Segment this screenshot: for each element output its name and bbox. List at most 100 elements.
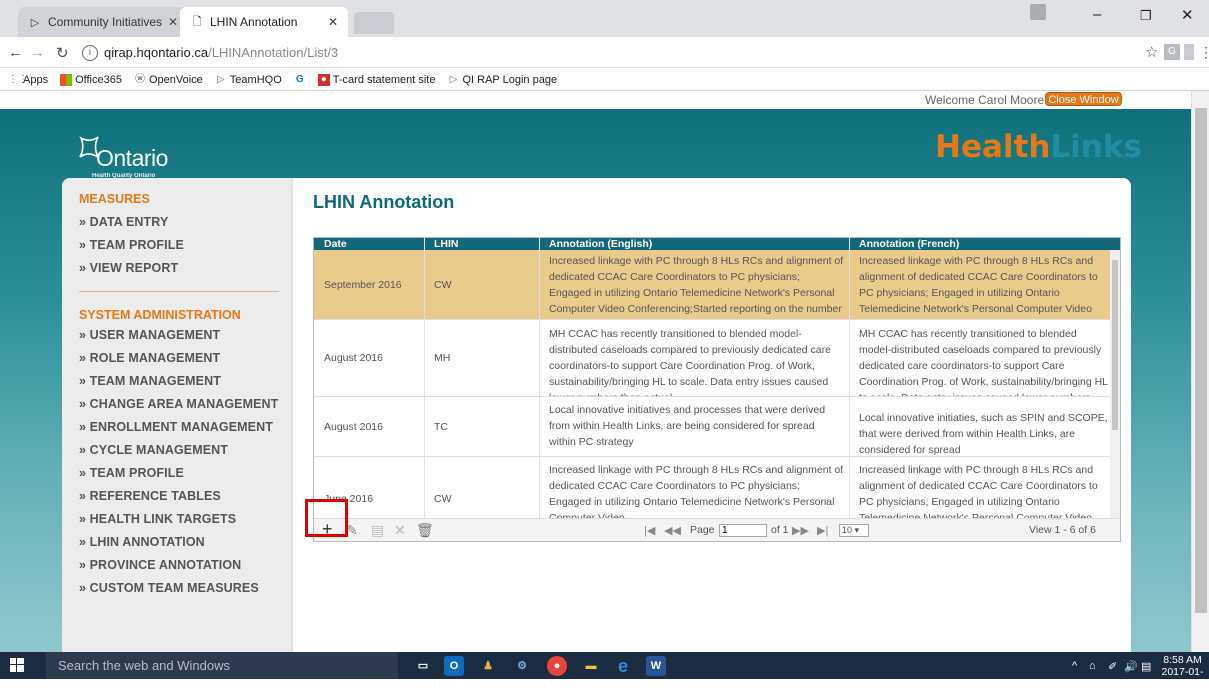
word-icon[interactable]: W xyxy=(646,656,666,676)
bookmark-teamhqo[interactable]: ▷ TeamHQO xyxy=(215,74,282,86)
sidebar-item-role-management[interactable]: » ROLE MANAGEMENT xyxy=(79,351,220,365)
chrome-icon[interactable]: ● xyxy=(547,656,567,676)
sidebar-item-province-annotation[interactable]: » PROVINCE ANNOTATION xyxy=(79,558,241,572)
cell-annotation-french: Increased linkage with PC through 8 HLs … xyxy=(859,255,1098,315)
sidebar-item-team-management[interactable]: » TEAM MANAGEMENT xyxy=(79,374,221,388)
extension-icon[interactable] xyxy=(1184,44,1194,60)
bookmark-tcard[interactable]: ● T-card statement site xyxy=(317,73,435,86)
network-icon[interactable]: ⌂ xyxy=(1089,660,1096,672)
cell-annotation-english: Local innovative initiatives and process… xyxy=(549,404,826,448)
column-header-lhin[interactable]: LHIN xyxy=(434,238,459,250)
restore-icon[interactable]: ❐ xyxy=(1140,8,1152,24)
tab-title: LHIN Annotation xyxy=(210,15,298,29)
volume-icon[interactable]: 🔊 xyxy=(1124,660,1138,673)
clock[interactable]: 8:58 AM 2017-01-12 xyxy=(1156,654,1209,690)
sidebar-item-view-report[interactable]: » VIEW REPORT xyxy=(79,261,178,275)
page-size-select[interactable]: 10 ▾ xyxy=(839,524,869,537)
cell-date: August 2016 xyxy=(324,352,383,364)
edge-icon[interactable]: e xyxy=(613,656,633,676)
cell-annotation-english: Increased linkage with PC through 8 HLs … xyxy=(549,464,844,519)
table-row[interactable]: June 2016 CW Increased linkage with PC t… xyxy=(314,457,1110,520)
extension-g-icon[interactable]: G xyxy=(1164,44,1180,60)
menu-kebab-icon[interactable]: ⋮ xyxy=(1199,44,1209,61)
table-row[interactable]: August 2016 TC Local innovative initiati… xyxy=(314,397,1110,457)
table-row[interactable]: September 2016 CW Increased linkage with… xyxy=(314,250,1110,320)
column-header-annotation-french[interactable]: Annotation (French) xyxy=(859,238,959,250)
cancel-x-icon[interactable]: ✕ xyxy=(394,522,406,539)
sidebar-item-team-profile-admin[interactable]: » TEAM PROFILE xyxy=(79,466,184,480)
sidebar-item-team-profile[interactable]: » TEAM PROFILE xyxy=(79,238,184,252)
notification-icon[interactable]: ▤ xyxy=(1141,660,1151,673)
sidebar-item-lhin-annotation[interactable]: » LHIN ANNOTATION xyxy=(79,535,205,549)
ontario-logo-icon: ▷ xyxy=(216,73,225,85)
page-scrollbar[interactable] xyxy=(1191,91,1209,652)
delete-trash-icon[interactable]: 🗑 xyxy=(416,522,434,539)
tab-community-initiatives[interactable]: ▷ Community Initiatives ✕ xyxy=(18,7,188,37)
page-title: LHIN Annotation xyxy=(313,192,455,212)
page-scrollbar-thumb[interactable] xyxy=(1195,108,1207,613)
windows-start-icon[interactable] xyxy=(10,658,24,672)
sidebar-item-cycle-management[interactable]: » CYCLE MANAGEMENT xyxy=(79,443,228,457)
cell-annotation-english: MH CCAC has recently transitioned to ble… xyxy=(549,328,831,396)
back-icon[interactable]: ← xyxy=(8,44,23,61)
annotation-grid: Date LHIN Annotation (English) Annotatio… xyxy=(313,237,1121,542)
welcome-text: Welcome Carol Moore xyxy=(925,93,1045,107)
last-page-icon[interactable]: ▶| xyxy=(817,524,828,537)
next-page-icon[interactable]: ▶▶ xyxy=(792,524,809,537)
previous-page-icon[interactable]: ◀◀ xyxy=(664,524,681,537)
bookmark-star-icon[interactable]: ☆ xyxy=(1145,43,1158,61)
url-field[interactable]: i qirap.hqontario.ca/LHINAnnotation/List… xyxy=(82,41,1112,64)
app-icon[interactable]: ⚙ xyxy=(512,656,532,676)
taskbar-search-input[interactable]: Search the web and Windows xyxy=(46,652,398,679)
sidebar-divider xyxy=(79,291,279,292)
tray-chevron-icon[interactable]: ^ xyxy=(1072,660,1077,672)
sidebar-item-change-area-management[interactable]: » CHANGE AREA MANAGEMENT xyxy=(79,397,278,411)
tab-lhin-annotation[interactable]: 🗋 LHIN Annotation ✕ xyxy=(180,7,348,37)
bookmark-qirap[interactable]: ▷ QI RAP Login page xyxy=(447,74,557,86)
file-explorer-icon[interactable]: ▬ xyxy=(581,656,601,676)
info-icon[interactable]: i xyxy=(82,44,98,61)
profile-icon[interactable] xyxy=(1030,4,1046,20)
sidebar-section-measures: MEASURES xyxy=(79,192,150,206)
google-icon: G xyxy=(295,73,304,85)
highlight-box xyxy=(305,499,348,537)
page-label: Page xyxy=(690,524,715,536)
sidebar-item-data-entry[interactable]: » DATA ENTRY xyxy=(79,215,168,229)
close-window-icon[interactable]: ✕ xyxy=(1181,6,1194,24)
app-icon[interactable]: ♟ xyxy=(478,656,498,676)
close-tab-icon[interactable]: ✕ xyxy=(168,15,178,29)
cell-annotation-french: Increased linkage with PC through 8 HLs … xyxy=(859,464,1098,519)
first-page-icon[interactable]: |◀ xyxy=(644,524,655,537)
new-tab-button[interactable] xyxy=(354,12,394,34)
column-header-annotation-english[interactable]: Annotation (English) xyxy=(549,238,652,250)
sidebar-item-user-management[interactable]: » USER MANAGEMENT xyxy=(79,328,220,342)
close-tab-icon[interactable]: ✕ xyxy=(328,15,338,29)
logo-text: Ontario xyxy=(96,145,168,171)
bookmark-apps[interactable]: ⋮⋮ Apps xyxy=(8,74,48,86)
sidebar-item-custom-team-measures[interactable]: » CUSTOM TEAM MEASURES xyxy=(79,581,259,595)
pen-icon[interactable]: ✐ xyxy=(1108,660,1117,673)
table-row[interactable]: August 2016 MH MH CCAC has recently tran… xyxy=(314,320,1110,397)
reload-icon[interactable]: ↻ xyxy=(56,44,69,62)
page-number-input[interactable] xyxy=(719,524,767,537)
sidebar-item-reference-tables[interactable]: » REFERENCE TABLES xyxy=(79,489,221,503)
sidebar-item-enrollment-management[interactable]: » ENROLLMENT MANAGEMENT xyxy=(79,420,273,434)
sidebar-item-health-link-targets[interactable]: » HEALTH LINK TARGETS xyxy=(79,512,236,526)
column-divider xyxy=(539,238,540,520)
task-view-icon[interactable]: ▭ xyxy=(413,656,433,676)
bookmark-office365[interactable]: Office365 xyxy=(60,73,122,86)
forward-icon[interactable]: → xyxy=(30,44,45,61)
document-icon: 🗋 xyxy=(192,15,202,28)
save-icon[interactable]: ▤ xyxy=(371,522,384,539)
column-header-date[interactable]: Date xyxy=(324,238,347,250)
cell-lhin: CW xyxy=(434,278,452,291)
grid-scrollbar-thumb[interactable] xyxy=(1112,260,1118,430)
minimize-icon[interactable]: – xyxy=(1093,6,1101,23)
view-info: View 1 - 6 of 6 xyxy=(1029,524,1096,536)
close-window-button[interactable]: Close Window xyxy=(1045,92,1122,106)
cell-date: August 2016 xyxy=(324,420,383,433)
bookmark-openvoice[interactable]: ⓦ OpenVoice xyxy=(134,74,203,86)
bookmark-google[interactable]: G xyxy=(294,74,306,86)
outlook-icon[interactable]: O xyxy=(444,656,464,676)
bookmarks-bar: ⋮⋮ Apps Office365 ⓦ OpenVoice ▷ TeamHQO G ●… xyxy=(0,69,1209,91)
